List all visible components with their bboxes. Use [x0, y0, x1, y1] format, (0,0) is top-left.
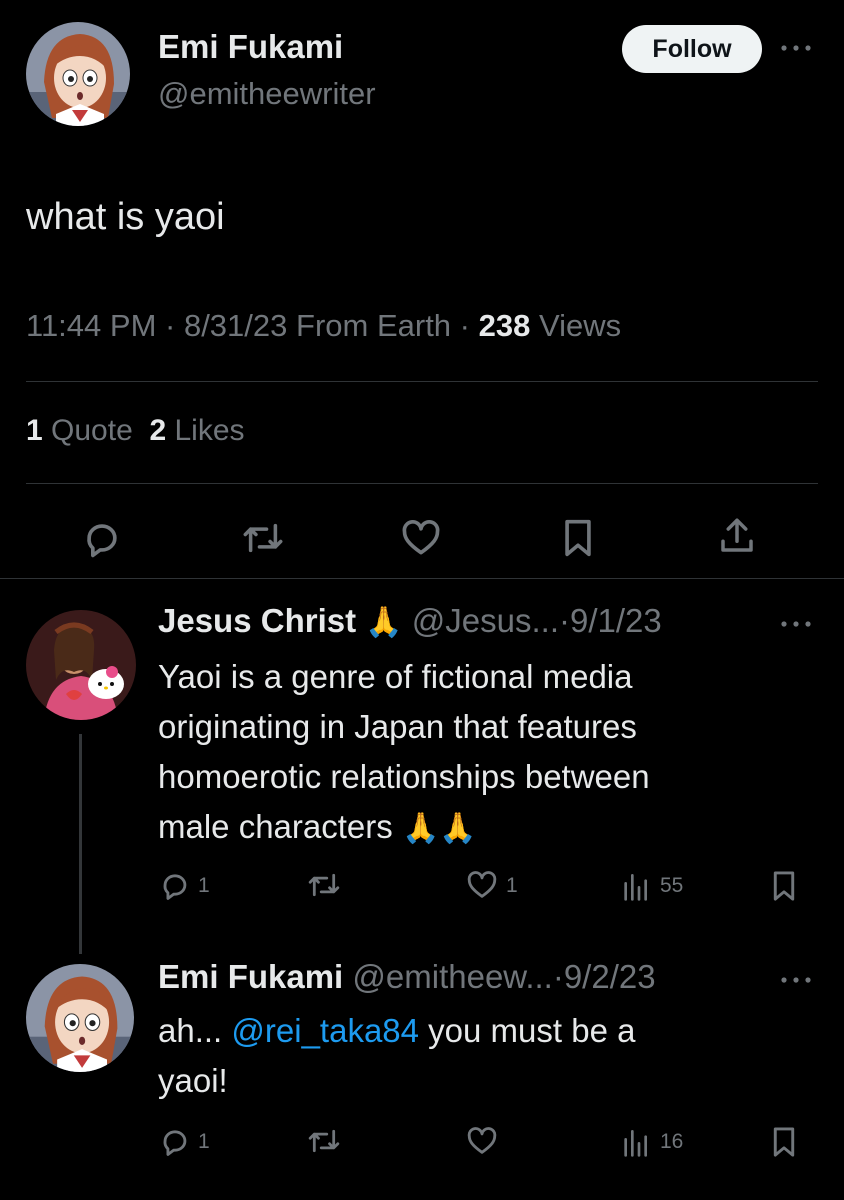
author-avatar[interactable]: [26, 22, 130, 126]
reply-date[interactable]: 9/1/23: [570, 602, 662, 639]
reply-handle[interactable]: @Jesus...: [412, 602, 559, 639]
retweet-icon[interactable]: [240, 516, 286, 560]
more-options-icon[interactable]: [778, 616, 814, 632]
retweet-icon[interactable]: [306, 1124, 342, 1158]
pray-emoji: 🙏: [365, 606, 403, 639]
reply-author-name[interactable]: Emi Fukami: [158, 958, 343, 995]
quotes-link[interactable]: 1 Quote: [26, 414, 133, 447]
reply-date[interactable]: 9/2/23: [564, 958, 656, 995]
meta-dot: ·: [559, 602, 571, 639]
views-icon[interactable]: [620, 870, 650, 902]
reply-text-line: Yaoi is a genre of fictional media: [158, 658, 633, 695]
likes-label: Likes: [174, 414, 245, 447]
tweet-text: what is yaoi: [26, 196, 225, 238]
view-count: 55: [660, 874, 684, 897]
more-options-icon[interactable]: [778, 972, 814, 988]
meta-dot: ·: [552, 958, 564, 995]
meta-dot: ·: [451, 308, 479, 343]
divider: [26, 381, 818, 382]
reply-header: Jesus Christ 🙏 @Jesus...·9/1/23: [158, 602, 662, 640]
tweet-source: From Earth: [296, 308, 452, 343]
reply-author-name[interactable]: Jesus Christ: [158, 602, 356, 639]
tweet-meta: 11:44 PM · 8/31/23 From Earth · 238 View…: [26, 308, 621, 344]
like-icon[interactable]: [464, 1124, 500, 1158]
share-icon[interactable]: [716, 514, 758, 558]
like-icon[interactable]: [464, 868, 500, 902]
reply-handle[interactable]: @emitheew...: [352, 958, 552, 995]
reply-text-line-last: male characters 🙏🙏: [158, 802, 650, 854]
more-options-icon[interactable]: [778, 40, 814, 56]
quotes-count: 1: [26, 414, 43, 447]
reply-text-part: you must be a: [428, 1012, 636, 1049]
quotes-label: Quote: [51, 414, 133, 447]
reply-icon[interactable]: [158, 868, 192, 902]
reply-avatar[interactable]: [26, 610, 136, 720]
reply-text: ah... @rei_taka84 you must be a yaoi!: [158, 1006, 635, 1106]
divider: [26, 483, 818, 484]
meta-dot: ·: [156, 308, 184, 343]
views-count: 238: [478, 308, 531, 343]
reply-avatar[interactable]: [26, 964, 134, 1072]
author-name[interactable]: Emi Fukami: [158, 28, 343, 66]
reply-count: 1: [198, 1130, 210, 1153]
bookmark-icon[interactable]: [768, 1124, 800, 1160]
reply-text-part: ah...: [158, 1012, 223, 1049]
view-count: 16: [660, 1130, 684, 1153]
pray-emojis: 🙏🙏: [401, 812, 477, 845]
reply-text-line: yaoi!: [158, 1062, 228, 1099]
reply-text-line: originating in Japan that features: [158, 708, 637, 745]
divider: [0, 578, 844, 579]
likes-link[interactable]: 2 Likes: [149, 414, 244, 447]
author-handle[interactable]: @emitheewriter: [158, 76, 376, 112]
reply-text-line: ah... @rei_taka84 you must be a: [158, 1006, 635, 1056]
bookmark-icon[interactable]: [768, 868, 800, 904]
retweet-icon[interactable]: [306, 868, 342, 902]
views-label: Views: [538, 308, 622, 343]
engagement-stats: 1 Quote 2 Likes: [26, 414, 245, 448]
like-icon[interactable]: [398, 516, 444, 560]
mention-link[interactable]: @rei_taka84: [231, 1012, 419, 1049]
bookmark-icon[interactable]: [558, 516, 598, 560]
likes-count: 2: [149, 414, 167, 447]
reply-icon[interactable]: [158, 1124, 192, 1158]
tweet-date: 8/31/23: [183, 308, 288, 343]
reply-icon[interactable]: [80, 516, 124, 560]
reply-text-line: male characters: [158, 808, 393, 845]
reply-count: 1: [198, 874, 210, 897]
thread-line: [79, 734, 82, 954]
views-icon[interactable]: [620, 1126, 650, 1158]
reply-header: Emi Fukami @emitheew...·9/2/23: [158, 958, 656, 996]
follow-button[interactable]: Follow: [622, 25, 762, 73]
tweet-time: 11:44 PM: [26, 308, 157, 343]
reply-text: Yaoi is a genre of fictional media origi…: [158, 652, 650, 854]
reply-text-line: homoerotic relationships between: [158, 758, 650, 795]
like-count: 1: [506, 874, 518, 897]
